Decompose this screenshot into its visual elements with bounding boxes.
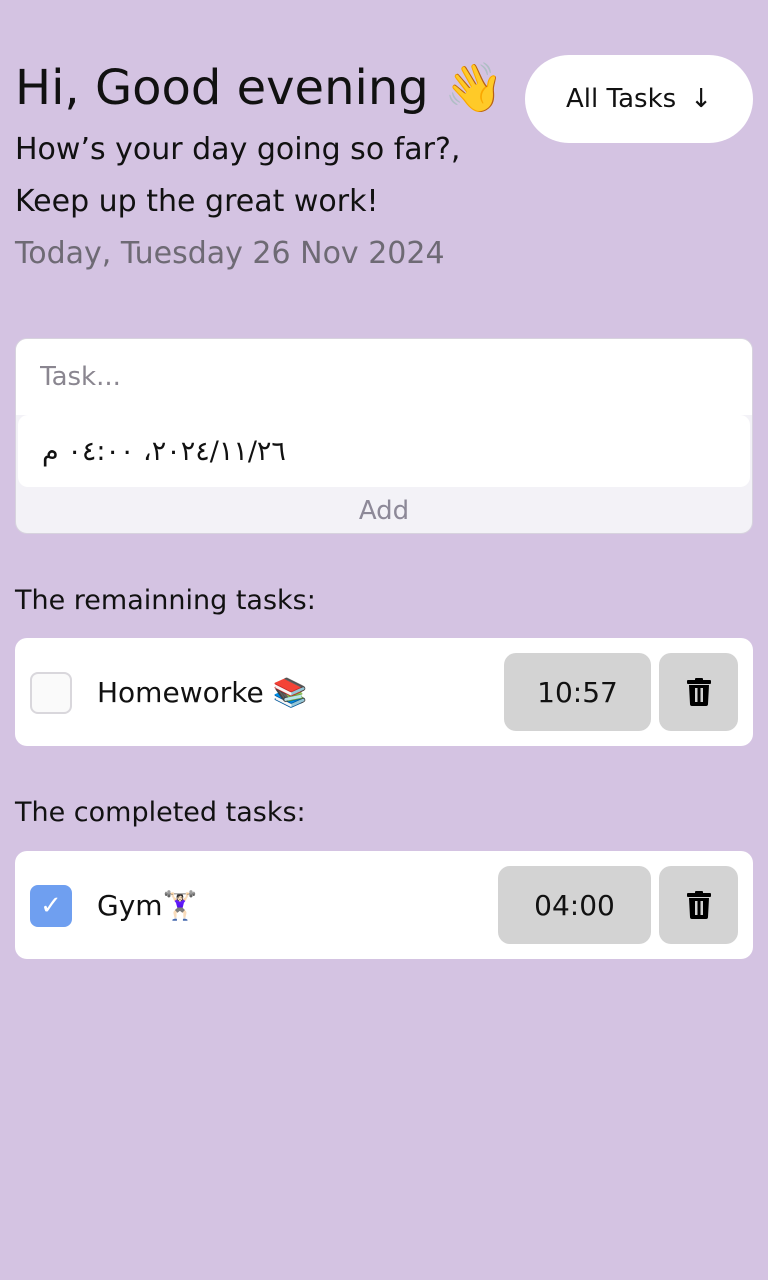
trash-icon bbox=[686, 891, 711, 919]
task-input[interactable] bbox=[16, 339, 752, 415]
arrow-down-icon: ↓ bbox=[690, 84, 712, 114]
delete-button[interactable] bbox=[659, 866, 738, 944]
task-time-button[interactable]: 04:00 bbox=[498, 866, 651, 944]
task-row: Homeworke 📚 10:57 bbox=[15, 638, 753, 746]
today-date: Today, Tuesday 26 Nov 2024 bbox=[15, 236, 445, 271]
task-row: ✓ Gym🏋🏻‍♀️ 04:00 bbox=[15, 851, 753, 959]
greeting-line-1: How’s your day going so far?, bbox=[15, 132, 461, 167]
completed-tasks-title: The completed tasks: bbox=[15, 797, 306, 828]
filter-label: All Tasks bbox=[566, 84, 677, 114]
add-task-form: ٢٠٢٤/١١/٢٦، ٠٤:٠٠ م Add bbox=[15, 338, 753, 534]
delete-button[interactable] bbox=[659, 653, 738, 731]
checkmark-icon: ✓ bbox=[40, 891, 62, 921]
all-tasks-filter-button[interactable]: All Tasks ↓ bbox=[525, 55, 753, 143]
trash-icon bbox=[686, 678, 711, 706]
greeting-title: Hi, Good evening 👋 bbox=[15, 60, 504, 116]
datetime-field[interactable]: ٢٠٢٤/١١/٢٦، ٠٤:٠٠ م bbox=[18, 415, 750, 487]
task-checkbox[interactable] bbox=[30, 672, 72, 714]
task-name: Homeworke 📚 bbox=[97, 675, 308, 709]
datetime-value: ٢٠٢٤/١١/٢٦، ٠٤:٠٠ م bbox=[42, 435, 286, 467]
greeting-line-2: Keep up the great work! bbox=[15, 184, 379, 219]
task-checkbox[interactable]: ✓ bbox=[30, 885, 72, 927]
add-button[interactable]: Add bbox=[16, 489, 752, 533]
task-name: Gym🏋🏻‍♀️ bbox=[97, 888, 198, 922]
header: Hi, Good evening 👋 How’s your day going … bbox=[15, 52, 515, 280]
remaining-tasks-title: The remainning tasks: bbox=[15, 585, 316, 616]
task-time-button[interactable]: 10:57 bbox=[504, 653, 651, 731]
